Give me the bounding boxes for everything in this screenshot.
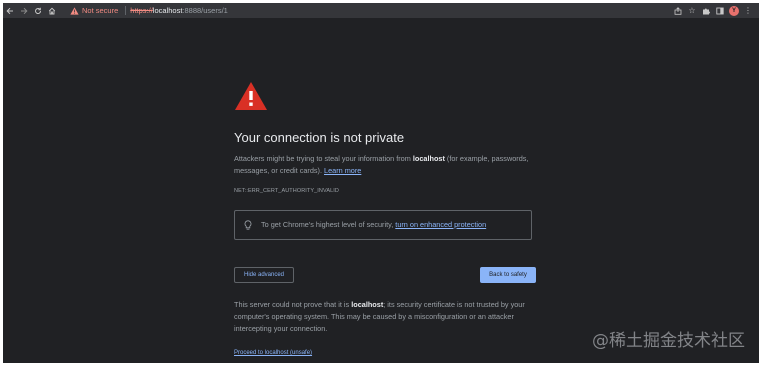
- enhanced-protection-link[interactable]: turn on enhanced protection: [395, 219, 486, 231]
- side-panel-icon[interactable]: [713, 3, 727, 18]
- address-bar[interactable]: Not secure https:// localhost :8888/user…: [70, 4, 652, 17]
- warning-icon: [234, 81, 268, 111]
- warning-description: Attackers might be trying to steal your …: [234, 153, 534, 177]
- page-title: Your connection is not private: [234, 130, 405, 145]
- url-path: :8888/users/1: [182, 6, 228, 15]
- details-text: This server could not prove that it is: [234, 300, 352, 309]
- enhanced-protection-text: To get Chrome's highest level of securit…: [261, 220, 394, 229]
- reload-icon[interactable]: [31, 3, 45, 18]
- back-arrow-icon[interactable]: [3, 3, 17, 18]
- description-text: Attackers might be trying to steal your …: [234, 154, 413, 163]
- share-icon[interactable]: [671, 3, 685, 18]
- divider: [125, 6, 127, 15]
- forward-arrow-icon[interactable]: [17, 3, 31, 18]
- watermark: @稀土掘金技术社区: [592, 331, 745, 351]
- home-icon[interactable]: [45, 3, 59, 18]
- url-host: localhost: [152, 6, 183, 15]
- learn-more-link[interactable]: Learn more: [324, 166, 361, 175]
- host-name: localhost: [412, 154, 445, 163]
- back-to-safety-button[interactable]: Back to safety: [480, 267, 536, 283]
- extensions-icon[interactable]: [699, 3, 713, 18]
- warning-triangle-icon[interactable]: [70, 6, 79, 15]
- profile-avatar[interactable]: Y: [727, 3, 741, 18]
- host-name: localhost: [351, 300, 384, 309]
- enhanced-protection-box: To get Chrome's highest level of securit…: [234, 210, 532, 240]
- browser-toolbar: Not secure https:// localhost :8888/user…: [3, 3, 759, 18]
- hide-advanced-button[interactable]: Hide advanced: [234, 267, 294, 283]
- avatar[interactable]: Y: [729, 5, 739, 16]
- star-icon[interactable]: ☆: [685, 3, 699, 18]
- browser-window: Not secure https:// localhost :8888/user…: [3, 3, 759, 363]
- not-secure-label[interactable]: Not secure: [82, 6, 118, 15]
- lightbulb-icon: [244, 219, 254, 231]
- proceed-unsafe-link[interactable]: Proceed to localhost (unsafe): [234, 347, 312, 359]
- menu-icon[interactable]: ⋮: [741, 3, 755, 18]
- toolbar-right-actions: ☆ Y ⋮: [671, 3, 755, 18]
- url-scheme: https://: [130, 6, 153, 15]
- advanced-details: This server could not prove that it is l…: [234, 299, 538, 335]
- error-code: NET::ERR_CERT_AUTHORITY_INVALID: [234, 188, 339, 194]
